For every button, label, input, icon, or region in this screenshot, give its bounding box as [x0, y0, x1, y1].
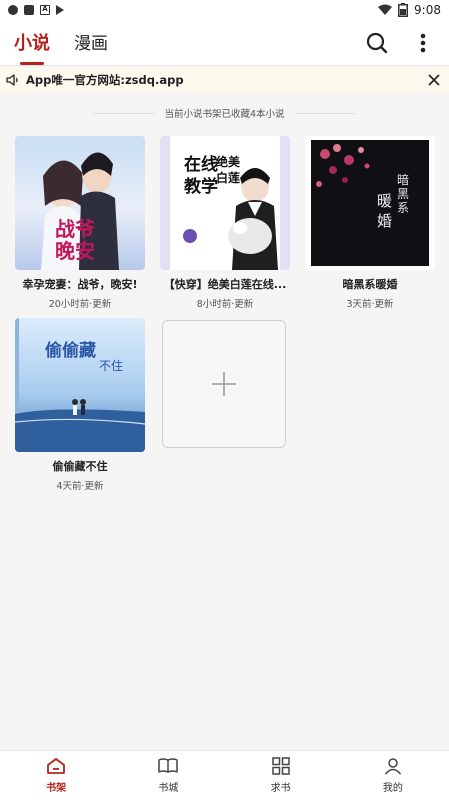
book-cover-image: 暗 黑 系 暖 婚 [305, 136, 435, 270]
plus-icon [212, 372, 236, 396]
book-cover[interactable]: 暗 黑 系 暖 婚 [305, 136, 435, 270]
nav-label: 书架 [46, 783, 67, 794]
search-icon [366, 32, 388, 53]
book-cover[interactable]: 偷偷藏 不住 [15, 318, 145, 452]
book-icon [158, 758, 179, 773]
book-cover-image: 战爷 晚安 [15, 136, 145, 270]
book-update-time: 20小时前·更新 [48, 299, 112, 310]
wifi-icon [378, 4, 393, 15]
nav-label: 我的 [382, 783, 403, 794]
shelf-summary-text: 当前小说书架已收藏4本小说 [164, 109, 285, 120]
status-time: 9:08 [414, 3, 441, 17]
tab-novel[interactable]: 小说 [14, 29, 50, 65]
status-bar: A 9:08 [0, 0, 449, 20]
cover-title-text: 绝美 [216, 154, 241, 169]
nav-item-mine[interactable]: 我的 [337, 751, 449, 800]
cover-title-text: 偷偷藏 [45, 340, 96, 361]
book-cover[interactable]: 战爷 晚安 [15, 136, 145, 270]
cover-title-text: 战爷 [55, 217, 96, 241]
top-header: 小说 漫画 [0, 20, 449, 66]
tab-comic[interactable]: 漫画 [74, 29, 108, 56]
book-cover-image: 偷偷藏 不住 [15, 318, 145, 452]
book-title: 暗黑系暖婚 [342, 278, 398, 291]
nav-label: 求书 [270, 783, 291, 794]
status-icons-right: 9:08 [378, 3, 441, 17]
cover-title-text: 白莲 [216, 170, 240, 185]
more-vertical-icon [420, 33, 426, 52]
cover-title-text: 暖 [377, 192, 392, 210]
book-title: 偷偷藏不住 [52, 460, 108, 473]
nav-label: 书城 [158, 783, 179, 794]
notification-a-icon: A [40, 5, 50, 15]
status-icons-left: A [8, 5, 64, 15]
book-cover-image: 在线 教学 绝美 白莲 [160, 136, 290, 270]
battery-icon [398, 3, 409, 17]
book-item[interactable]: 暗 黑 系 暖 婚 暗黑系暖婚 3天前·更新 [305, 136, 435, 310]
cover-title-text: 在线 [184, 154, 218, 175]
nav-item-request-book[interactable]: 求书 [225, 751, 337, 800]
book-cover[interactable]: 在线 教学 绝美 白莲 [160, 136, 290, 270]
user-icon [384, 758, 401, 775]
book-update-time: 4天前·更新 [56, 481, 104, 492]
cover-title-text: 晚安 [55, 239, 95, 263]
nav-item-bookstore[interactable]: 书城 [112, 751, 224, 800]
book-title: 幸孕宠妻：战爷，晚安! [22, 278, 138, 291]
notice-bar: App唯一官方网站:zsdq.app [0, 67, 449, 93]
notice-text: App唯一官方网站:zsdq.app [26, 73, 184, 87]
notice-close-button[interactable] [425, 71, 443, 89]
book-item[interactable]: 在线 教学 绝美 白莲 【快穿】绝美白莲在线... 8小时前·更新 [160, 136, 290, 310]
cover-title-text: 黑 [397, 187, 409, 201]
book-update-time: 8小时前·更新 [196, 299, 254, 310]
grid-icon [271, 757, 290, 775]
speaker-icon [6, 74, 18, 86]
book-item[interactable]: 偷偷藏 不住 偷偷藏不住 4天前·更新 [15, 318, 145, 492]
book-update-time: 3天前·更新 [346, 299, 394, 310]
cover-title-text: 系 [397, 201, 409, 215]
cover-title-text: 教学 [183, 176, 218, 197]
cover-title-text: 婚 [377, 212, 392, 230]
book-title: 【快穿】绝美白莲在线... [163, 278, 287, 291]
close-icon [428, 74, 440, 86]
search-button[interactable] [365, 31, 389, 55]
notification-app-icon [24, 5, 34, 15]
cover-title-text: 不住 [99, 359, 123, 373]
cover-title-text: 暗 [397, 172, 409, 187]
more-menu-button[interactable] [411, 31, 435, 55]
book-item[interactable]: 战爷 晚安 幸孕宠妻：战爷，晚安! 20小时前·更新 [15, 136, 145, 310]
nav-item-bookshelf[interactable]: 书架 [0, 751, 112, 800]
add-book-button[interactable] [162, 320, 286, 448]
shelf-summary: 当前小说书架已收藏4本小说 [0, 104, 449, 122]
home-icon [47, 758, 66, 774]
play-store-icon [56, 5, 64, 15]
notification-dot-icon [8, 5, 18, 15]
divider [294, 112, 355, 114]
bottom-nav: 书架 书城 求书 我的 [0, 750, 449, 800]
divider [94, 112, 155, 114]
